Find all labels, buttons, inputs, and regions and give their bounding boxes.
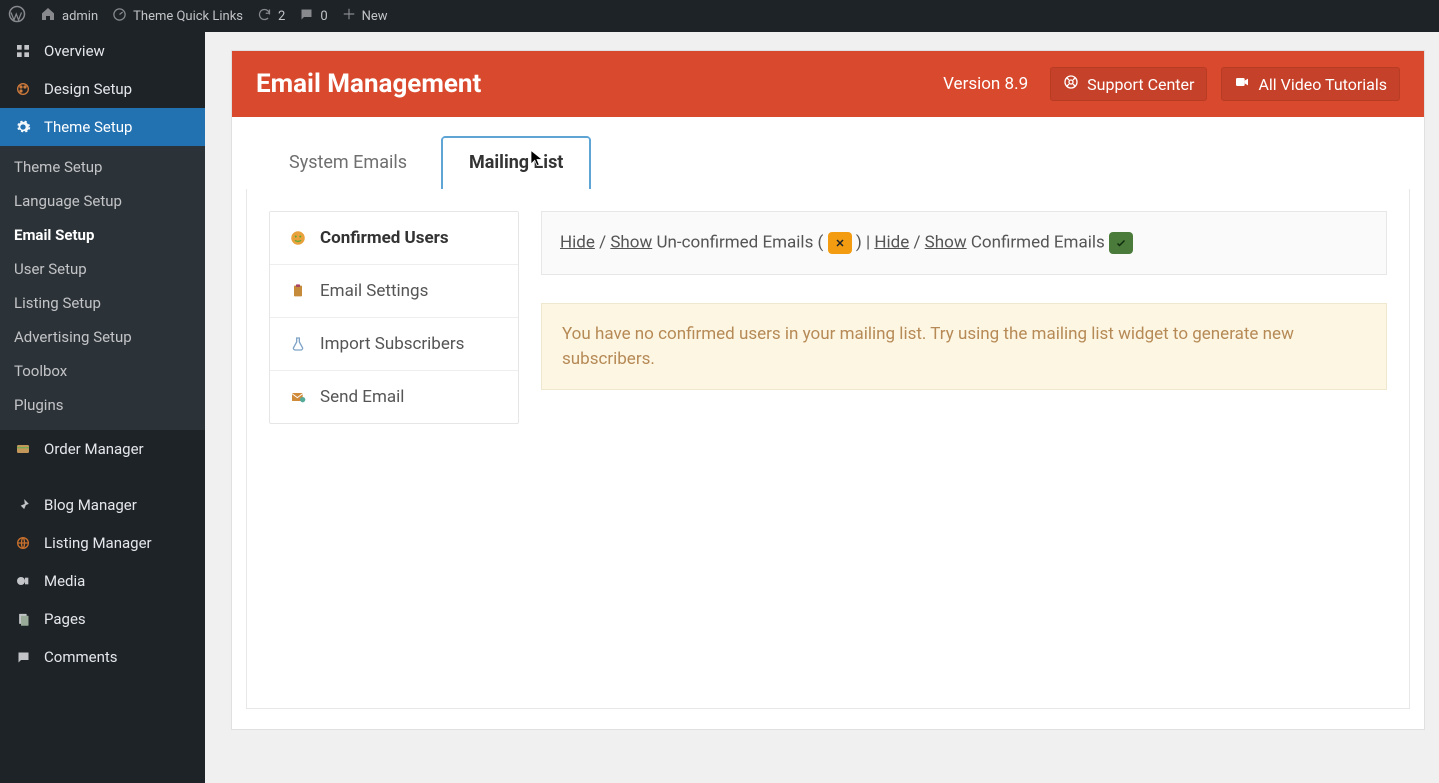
gear-icon [14, 119, 32, 135]
sidebar-item-label: Media [44, 572, 191, 590]
confirmed-badge [1109, 232, 1133, 254]
page-header: Email Management Version 8.9 Support Cen… [232, 51, 1424, 117]
sidebar-item-comments[interactable]: Comments [0, 638, 205, 676]
theme-setup-submenu: Theme Setup Language Setup Email Setup U… [0, 146, 205, 430]
globe-icon [14, 535, 32, 551]
pages-icon [14, 612, 32, 627]
admin-sidebar: Overview Design Setup Theme Setup Theme … [0, 32, 205, 783]
mailing-item-email-settings[interactable]: Email Settings [270, 265, 518, 318]
sidebar-item-label: Design Setup [44, 80, 191, 98]
submenu-email-setup[interactable]: Email Setup [0, 218, 205, 252]
page-card: Email Management Version 8.9 Support Cen… [231, 50, 1425, 730]
sidebar-item-label: Theme Setup [44, 118, 191, 136]
mailing-item-label: Import Subscribers [320, 334, 464, 354]
theme-quick-links[interactable]: Theme Quick Links [112, 7, 243, 26]
wp-logo[interactable] [8, 5, 26, 27]
clipboard-icon [288, 281, 308, 301]
submenu-advertising-setup[interactable]: Advertising Setup [0, 320, 205, 354]
sidebar-item-blog-manager[interactable]: Blog Manager [0, 486, 205, 524]
sidebar-item-order-manager[interactable]: Order Manager [0, 430, 205, 468]
sidebar-item-label: Overview [44, 42, 191, 60]
sidebar-item-listing-manager[interactable]: Listing Manager [0, 524, 205, 562]
wp-admin-bar: admin Theme Quick Links 2 0 New [0, 0, 1439, 32]
show-confirmed-link[interactable]: Show [925, 232, 967, 252]
submenu-language-setup[interactable]: Language Setup [0, 184, 205, 218]
version-text: Version 8.9 [943, 74, 1028, 94]
support-center-button[interactable]: Support Center [1050, 67, 1207, 101]
main-content: Email Management Version 8.9 Support Cen… [205, 32, 1439, 783]
site-name: admin [62, 9, 98, 24]
sidebar-item-label: Comments [44, 648, 191, 666]
comments-link[interactable]: 0 [299, 7, 327, 26]
submenu-plugins[interactable]: Plugins [0, 388, 205, 422]
mailing-content-pane: Hide / Show Un-confirmed Emails ( ) | Hi… [541, 211, 1387, 390]
mailing-item-send-email[interactable]: Send Email [270, 371, 518, 423]
unconfirmed-label: Un-confirmed Emails ( [656, 232, 823, 252]
grid-icon [14, 43, 32, 59]
mailing-item-confirmed-users[interactable]: Confirmed Users [270, 212, 518, 265]
support-center-label: Support Center [1087, 75, 1194, 94]
site-home-link[interactable]: admin [40, 6, 98, 26]
pipe-separator: ) | [856, 232, 875, 252]
new-label: New [362, 9, 388, 24]
comment-icon [14, 650, 32, 665]
palette-icon [14, 81, 32, 97]
lifebuoy-icon [1063, 74, 1079, 94]
sidebar-item-label: Order Manager [44, 440, 191, 458]
tab-system-emails[interactable]: System Emails [262, 137, 434, 189]
new-content-link[interactable]: New [342, 7, 388, 25]
hide-confirmed-link[interactable]: Hide [874, 232, 909, 252]
mailing-item-import-subscribers[interactable]: Import Subscribers [270, 318, 518, 371]
submenu-theme-setup[interactable]: Theme Setup [0, 150, 205, 184]
sidebar-item-design-setup[interactable]: Design Setup [0, 70, 205, 108]
smiley-icon [288, 228, 308, 248]
unconfirmed-badge [828, 232, 852, 254]
submenu-toolbox[interactable]: Toolbox [0, 354, 205, 388]
submenu-user-setup[interactable]: User Setup [0, 252, 205, 286]
tab-panel-mailing-list: Confirmed Users Email Settings Import Su… [246, 189, 1410, 709]
mailing-item-label: Email Settings [320, 281, 428, 301]
mailing-list-sidebar: Confirmed Users Email Settings Import Su… [269, 211, 519, 424]
hide-unconfirmed-link[interactable]: Hide [560, 232, 595, 252]
video-tutorials-button[interactable]: All Video Tutorials [1221, 67, 1400, 101]
tabs-bar: System Emails Mailing List [232, 117, 1424, 189]
updates-link[interactable]: 2 [257, 7, 285, 26]
dashboard-icon [112, 7, 127, 26]
mailing-item-label: Send Email [320, 387, 404, 407]
page-title: Email Management [256, 69, 481, 99]
wordpress-icon [8, 5, 26, 27]
comments-count: 0 [320, 9, 327, 24]
credit-card-icon [14, 441, 32, 457]
home-icon [40, 6, 56, 26]
sidebar-item-overview[interactable]: Overview [0, 32, 205, 70]
submenu-listing-setup[interactable]: Listing Setup [0, 286, 205, 320]
sidebar-item-theme-setup[interactable]: Theme Setup [0, 108, 205, 146]
sidebar-item-pages[interactable]: Pages [0, 600, 205, 638]
empty-state-notice: You have no confirmed users in your mail… [541, 303, 1387, 390]
plus-icon [342, 7, 356, 25]
video-icon [1234, 74, 1250, 94]
refresh-icon [257, 7, 272, 26]
sidebar-item-label: Pages [44, 610, 191, 628]
tab-mailing-list[interactable]: Mailing List [442, 137, 590, 189]
sidebar-item-label: Listing Manager [44, 534, 191, 552]
theme-quick-links-label: Theme Quick Links [133, 9, 243, 24]
mailing-item-label: Confirmed Users [320, 228, 449, 248]
confirmed-label: Confirmed Emails [971, 232, 1109, 252]
updates-count: 2 [278, 9, 285, 24]
comment-icon [299, 7, 314, 26]
email-filter-bar: Hide / Show Un-confirmed Emails ( ) | Hi… [541, 211, 1387, 275]
sidebar-item-media[interactable]: Media [0, 562, 205, 600]
pin-icon [14, 498, 32, 512]
media-icon [14, 573, 32, 589]
envelope-send-icon [288, 387, 308, 407]
sidebar-item-label: Blog Manager [44, 496, 191, 514]
show-unconfirmed-link[interactable]: Show [610, 232, 652, 252]
video-tutorials-label: All Video Tutorials [1258, 75, 1387, 94]
flask-icon [288, 334, 308, 354]
notice-text: You have no confirmed users in your mail… [562, 324, 1294, 369]
